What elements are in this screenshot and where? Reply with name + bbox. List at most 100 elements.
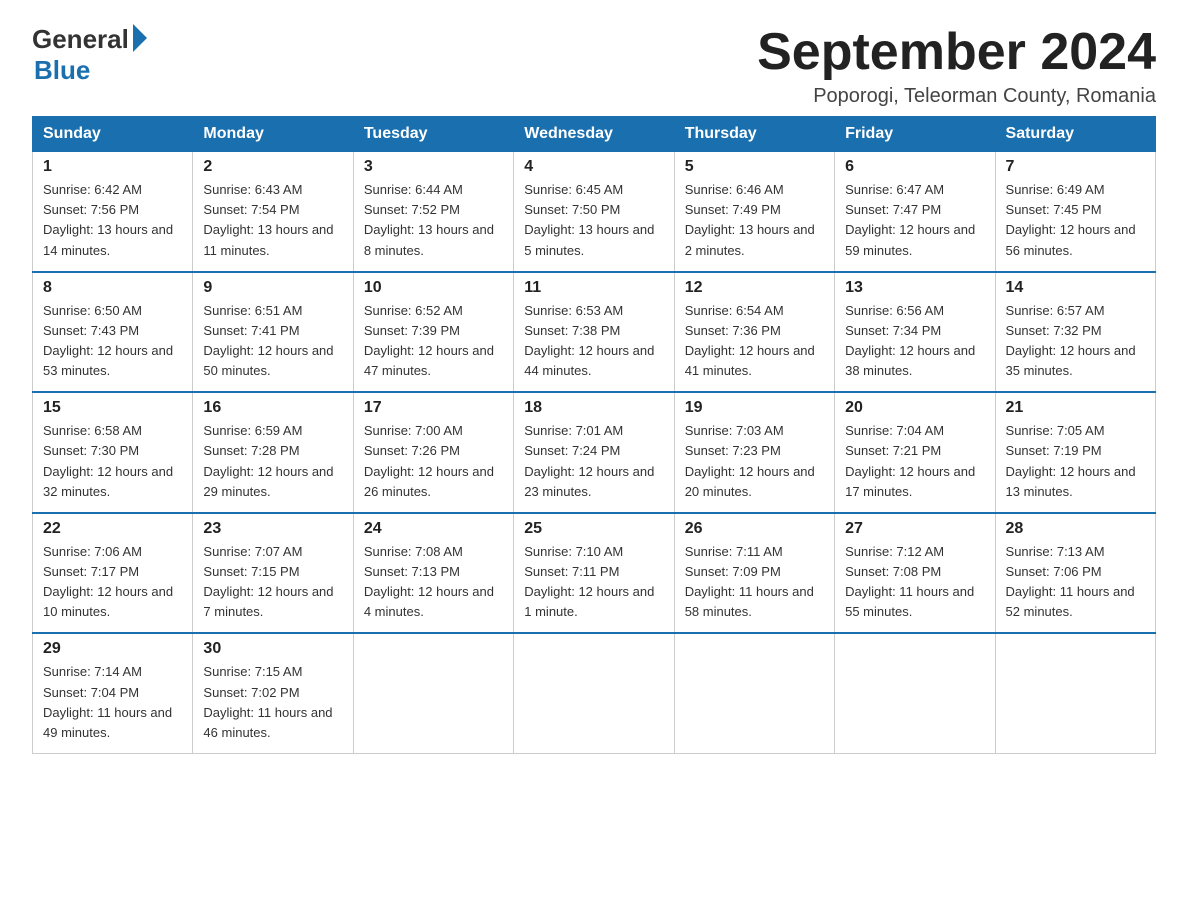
table-row: 4 Sunrise: 6:45 AM Sunset: 7:50 PM Dayli…: [514, 152, 674, 272]
day-number: 22: [43, 520, 182, 538]
table-row: 10 Sunrise: 6:52 AM Sunset: 7:39 PM Dayl…: [353, 272, 513, 393]
table-row: 12 Sunrise: 6:54 AM Sunset: 7:36 PM Dayl…: [674, 272, 834, 393]
table-row: 25 Sunrise: 7:10 AM Sunset: 7:11 PM Dayl…: [514, 513, 674, 634]
header-saturday: Saturday: [995, 117, 1155, 152]
month-title: September 2024: [757, 24, 1156, 81]
table-row: 17 Sunrise: 7:00 AM Sunset: 7:26 PM Dayl…: [353, 392, 513, 513]
day-number: 25: [524, 520, 663, 538]
logo-blue-text: Blue: [34, 55, 90, 86]
day-number: 23: [203, 520, 342, 538]
table-row: 23 Sunrise: 7:07 AM Sunset: 7:15 PM Dayl…: [193, 513, 353, 634]
table-row: [353, 633, 513, 753]
day-number: 29: [43, 640, 182, 658]
day-number: 28: [1006, 520, 1145, 538]
table-row: 16 Sunrise: 6:59 AM Sunset: 7:28 PM Dayl…: [193, 392, 353, 513]
table-row: 13 Sunrise: 6:56 AM Sunset: 7:34 PM Dayl…: [835, 272, 995, 393]
table-row: 24 Sunrise: 7:08 AM Sunset: 7:13 PM Dayl…: [353, 513, 513, 634]
day-info: Sunrise: 6:54 AM Sunset: 7:36 PM Dayligh…: [685, 301, 824, 382]
table-row: [835, 633, 995, 753]
calendar-header-row: Sunday Monday Tuesday Wednesday Thursday…: [33, 117, 1156, 152]
table-row: 2 Sunrise: 6:43 AM Sunset: 7:54 PM Dayli…: [193, 152, 353, 272]
table-row: [514, 633, 674, 753]
title-area: September 2024 Poporogi, Teleorman Count…: [757, 24, 1156, 108]
table-row: 29 Sunrise: 7:14 AM Sunset: 7:04 PM Dayl…: [33, 633, 193, 753]
day-info: Sunrise: 6:45 AM Sunset: 7:50 PM Dayligh…: [524, 180, 663, 261]
day-info: Sunrise: 6:51 AM Sunset: 7:41 PM Dayligh…: [203, 301, 342, 382]
day-number: 17: [364, 399, 503, 417]
calendar-week-row: 1 Sunrise: 6:42 AM Sunset: 7:56 PM Dayli…: [33, 152, 1156, 272]
day-info: Sunrise: 7:07 AM Sunset: 7:15 PM Dayligh…: [203, 542, 342, 623]
day-info: Sunrise: 6:57 AM Sunset: 7:32 PM Dayligh…: [1006, 301, 1145, 382]
day-number: 9: [203, 279, 342, 297]
logo-arrow-icon: [133, 24, 147, 52]
day-number: 3: [364, 158, 503, 176]
calendar-week-row: 29 Sunrise: 7:14 AM Sunset: 7:04 PM Dayl…: [33, 633, 1156, 753]
day-number: 1: [43, 158, 182, 176]
table-row: 15 Sunrise: 6:58 AM Sunset: 7:30 PM Dayl…: [33, 392, 193, 513]
calendar-week-row: 8 Sunrise: 6:50 AM Sunset: 7:43 PM Dayli…: [33, 272, 1156, 393]
header-thursday: Thursday: [674, 117, 834, 152]
table-row: 20 Sunrise: 7:04 AM Sunset: 7:21 PM Dayl…: [835, 392, 995, 513]
logo-general-text: General: [32, 24, 129, 55]
day-number: 11: [524, 279, 663, 297]
calendar-table: Sunday Monday Tuesday Wednesday Thursday…: [32, 116, 1156, 754]
table-row: 8 Sunrise: 6:50 AM Sunset: 7:43 PM Dayli…: [33, 272, 193, 393]
day-info: Sunrise: 7:14 AM Sunset: 7:04 PM Dayligh…: [43, 662, 182, 743]
day-info: Sunrise: 7:06 AM Sunset: 7:17 PM Dayligh…: [43, 542, 182, 623]
day-number: 21: [1006, 399, 1145, 417]
day-info: Sunrise: 6:43 AM Sunset: 7:54 PM Dayligh…: [203, 180, 342, 261]
table-row: [674, 633, 834, 753]
day-number: 20: [845, 399, 984, 417]
table-row: 18 Sunrise: 7:01 AM Sunset: 7:24 PM Dayl…: [514, 392, 674, 513]
table-row: 14 Sunrise: 6:57 AM Sunset: 7:32 PM Dayl…: [995, 272, 1155, 393]
table-row: 26 Sunrise: 7:11 AM Sunset: 7:09 PM Dayl…: [674, 513, 834, 634]
table-row: 9 Sunrise: 6:51 AM Sunset: 7:41 PM Dayli…: [193, 272, 353, 393]
day-info: Sunrise: 6:50 AM Sunset: 7:43 PM Dayligh…: [43, 301, 182, 382]
day-number: 15: [43, 399, 182, 417]
header-monday: Monday: [193, 117, 353, 152]
header-wednesday: Wednesday: [514, 117, 674, 152]
day-number: 14: [1006, 279, 1145, 297]
day-info: Sunrise: 7:08 AM Sunset: 7:13 PM Dayligh…: [364, 542, 503, 623]
page-header: General Blue September 2024 Poporogi, Te…: [32, 24, 1156, 108]
day-info: Sunrise: 7:04 AM Sunset: 7:21 PM Dayligh…: [845, 421, 984, 502]
day-number: 6: [845, 158, 984, 176]
day-number: 30: [203, 640, 342, 658]
day-info: Sunrise: 7:10 AM Sunset: 7:11 PM Dayligh…: [524, 542, 663, 623]
day-info: Sunrise: 6:52 AM Sunset: 7:39 PM Dayligh…: [364, 301, 503, 382]
table-row: 7 Sunrise: 6:49 AM Sunset: 7:45 PM Dayli…: [995, 152, 1155, 272]
logo: General Blue: [32, 24, 147, 86]
day-number: 10: [364, 279, 503, 297]
day-number: 12: [685, 279, 824, 297]
day-number: 7: [1006, 158, 1145, 176]
header-friday: Friday: [835, 117, 995, 152]
day-info: Sunrise: 7:15 AM Sunset: 7:02 PM Dayligh…: [203, 662, 342, 743]
header-tuesday: Tuesday: [353, 117, 513, 152]
day-number: 27: [845, 520, 984, 538]
day-info: Sunrise: 7:05 AM Sunset: 7:19 PM Dayligh…: [1006, 421, 1145, 502]
day-number: 13: [845, 279, 984, 297]
day-info: Sunrise: 7:00 AM Sunset: 7:26 PM Dayligh…: [364, 421, 503, 502]
table-row: 28 Sunrise: 7:13 AM Sunset: 7:06 PM Dayl…: [995, 513, 1155, 634]
day-number: 19: [685, 399, 824, 417]
table-row: 6 Sunrise: 6:47 AM Sunset: 7:47 PM Dayli…: [835, 152, 995, 272]
day-number: 4: [524, 158, 663, 176]
table-row: 19 Sunrise: 7:03 AM Sunset: 7:23 PM Dayl…: [674, 392, 834, 513]
table-row: 11 Sunrise: 6:53 AM Sunset: 7:38 PM Dayl…: [514, 272, 674, 393]
day-number: 18: [524, 399, 663, 417]
table-row: 30 Sunrise: 7:15 AM Sunset: 7:02 PM Dayl…: [193, 633, 353, 753]
table-row: [995, 633, 1155, 753]
header-sunday: Sunday: [33, 117, 193, 152]
day-info: Sunrise: 7:03 AM Sunset: 7:23 PM Dayligh…: [685, 421, 824, 502]
day-number: 26: [685, 520, 824, 538]
day-number: 16: [203, 399, 342, 417]
day-info: Sunrise: 7:11 AM Sunset: 7:09 PM Dayligh…: [685, 542, 824, 623]
day-info: Sunrise: 6:56 AM Sunset: 7:34 PM Dayligh…: [845, 301, 984, 382]
day-info: Sunrise: 7:12 AM Sunset: 7:08 PM Dayligh…: [845, 542, 984, 623]
day-info: Sunrise: 7:01 AM Sunset: 7:24 PM Dayligh…: [524, 421, 663, 502]
day-info: Sunrise: 6:53 AM Sunset: 7:38 PM Dayligh…: [524, 301, 663, 382]
day-info: Sunrise: 6:46 AM Sunset: 7:49 PM Dayligh…: [685, 180, 824, 261]
table-row: 5 Sunrise: 6:46 AM Sunset: 7:49 PM Dayli…: [674, 152, 834, 272]
table-row: 21 Sunrise: 7:05 AM Sunset: 7:19 PM Dayl…: [995, 392, 1155, 513]
day-info: Sunrise: 7:13 AM Sunset: 7:06 PM Dayligh…: [1006, 542, 1145, 623]
